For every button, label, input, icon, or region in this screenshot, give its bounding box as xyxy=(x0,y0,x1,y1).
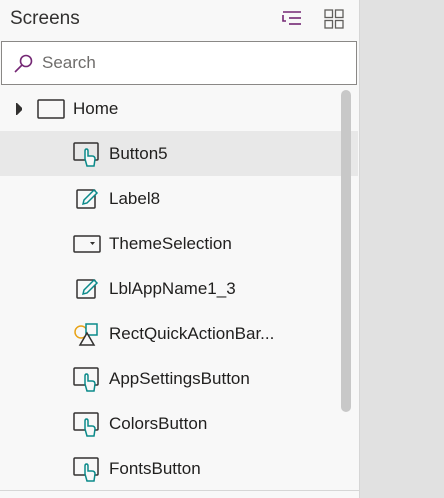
tree-item-rectquickactionbar[interactable]: RectQuickActionBar... xyxy=(0,311,358,356)
tree-view-icon[interactable] xyxy=(279,6,305,32)
screen-tree: Home Button5 Label8 ThemeSelection LblAp… xyxy=(0,86,358,491)
panel-divider xyxy=(0,490,360,491)
tree-item-label: RectQuickActionBar... xyxy=(109,324,275,343)
tree-item-colorsbutton[interactable]: ColorsButton xyxy=(0,401,358,446)
tree-item-label: LblAppName1_3 xyxy=(109,279,236,298)
tree-item-label: Home xyxy=(73,99,119,118)
tree-item-fontsbutton[interactable]: FontsButton xyxy=(0,446,358,491)
label-icon xyxy=(73,275,101,303)
screen-icon xyxy=(37,98,65,120)
shapes-icon xyxy=(73,320,101,348)
dropdown-icon xyxy=(73,230,101,258)
tree-item-label: ColorsButton xyxy=(109,414,208,433)
button-icon xyxy=(73,410,101,438)
grid-view-icon[interactable] xyxy=(321,6,347,32)
screens-panel: Screens Search Home Button5 Label8 Theme… xyxy=(0,0,360,498)
tree-item-label8[interactable]: Label8 xyxy=(0,176,358,221)
tree-item-label: AppSettingsButton xyxy=(109,369,250,388)
label-icon xyxy=(73,185,101,213)
search-box xyxy=(1,41,357,85)
tree-item-label: ThemeSelection xyxy=(109,234,232,253)
tree-item-appsettingsbutton[interactable]: AppSettingsButton xyxy=(0,356,358,401)
button-icon xyxy=(73,140,101,168)
tree-item-label: Label8 xyxy=(109,189,161,208)
tree-item-home[interactable]: Home xyxy=(0,86,358,131)
tree-item-label: Button5 xyxy=(109,144,168,163)
tree-scrollbar[interactable] xyxy=(341,90,351,412)
tree-item-button5[interactable]: Button5 xyxy=(0,131,358,176)
panel-header: Screens xyxy=(0,0,360,38)
tree-item-label: FontsButton xyxy=(109,459,201,478)
search-input[interactable] xyxy=(42,48,342,78)
expand-collapse-icon[interactable] xyxy=(10,101,24,117)
search-icon xyxy=(12,53,34,75)
tree-item-lblappname1-3[interactable]: LblAppName1_3 xyxy=(0,266,358,311)
button-icon xyxy=(73,455,101,483)
panel-title: Screens xyxy=(10,8,80,29)
button-icon xyxy=(73,365,101,393)
tree-item-themeselection[interactable]: ThemeSelection xyxy=(0,221,358,266)
